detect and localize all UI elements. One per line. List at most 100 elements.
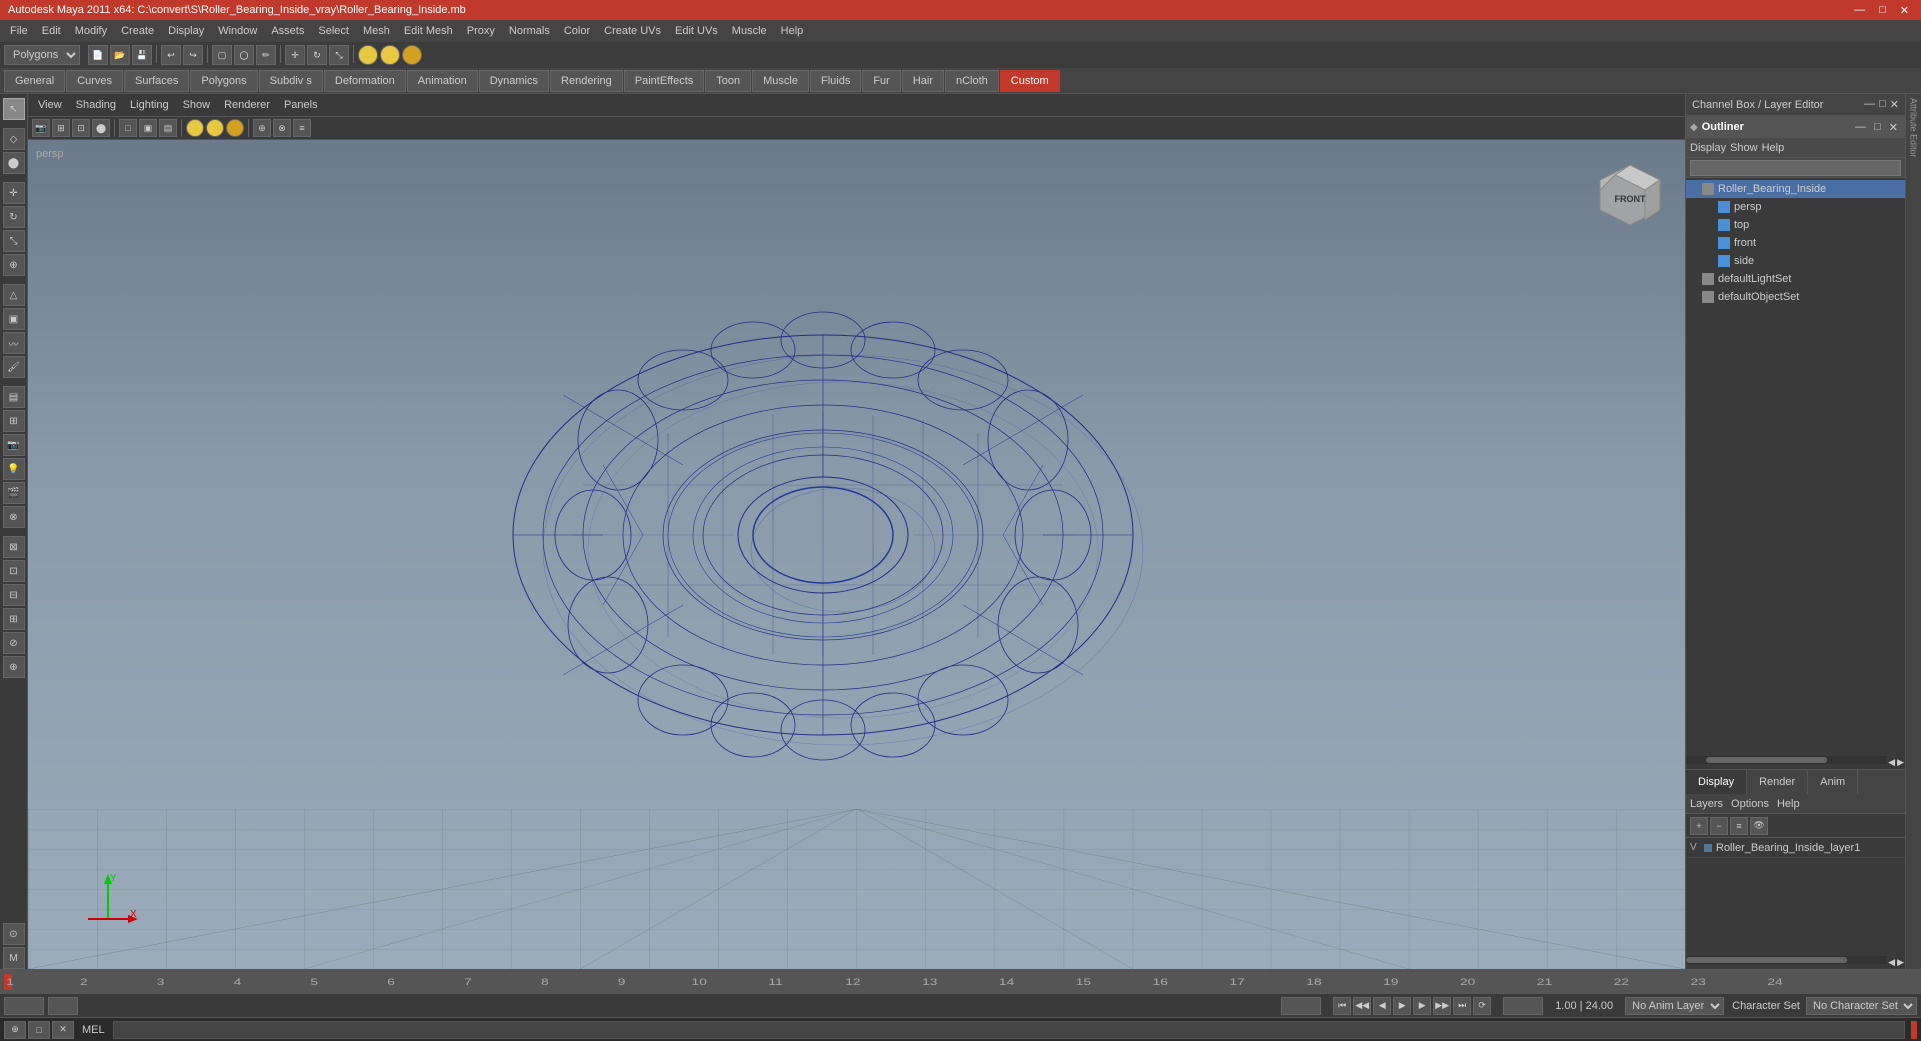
vp-cam-btn[interactable]: 📷: [32, 119, 50, 137]
vp-smooth-btn[interactable]: ⬤: [92, 119, 110, 137]
close-button[interactable]: ✕: [1896, 4, 1913, 17]
play-btn[interactable]: ▶: [1393, 997, 1411, 1015]
lasso-btn[interactable]: 〇: [234, 45, 254, 65]
outliner-search-input[interactable]: [1690, 160, 1901, 176]
menu-item-mesh[interactable]: Mesh: [357, 23, 396, 39]
vp-panels-menu[interactable]: Panels: [278, 97, 324, 113]
vp-grid-btn[interactable]: ⊞: [52, 119, 70, 137]
options-subtab[interactable]: Options: [1731, 798, 1769, 810]
prev-key-btn[interactable]: ◀◀: [1353, 997, 1371, 1015]
viewport-canvas[interactable]: FRONT: [28, 140, 1685, 969]
layers-subtab[interactable]: Layers: [1690, 798, 1723, 810]
channel-box-close[interactable]: ✕: [1890, 98, 1899, 111]
select-btn[interactable]: ▢: [212, 45, 232, 65]
menu-item-color[interactable]: Color: [558, 23, 596, 39]
mel-icon2[interactable]: □: [28, 1021, 50, 1039]
next-frame-btn[interactable]: ▶: [1413, 997, 1431, 1015]
light-btn[interactable]: 💡: [3, 458, 25, 480]
paint-select-btn[interactable]: ⬤: [3, 152, 25, 174]
tab-curves[interactable]: Curves: [66, 70, 123, 92]
misc3-btn[interactable]: ⊟: [3, 584, 25, 606]
outliner-help-menu[interactable]: Help: [1762, 142, 1785, 154]
vp-show-menu[interactable]: Show: [177, 97, 217, 113]
poly-tool-btn[interactable]: △: [3, 284, 25, 306]
scroll-left-btn[interactable]: ◀: [1888, 757, 1895, 768]
goto-end-btn[interactable]: ⏭: [1453, 997, 1471, 1015]
menu-item-select[interactable]: Select: [312, 23, 355, 39]
outliner-hscroll-thumb[interactable]: [1706, 757, 1827, 763]
outliner-restore[interactable]: □: [1871, 121, 1884, 134]
help-subtab[interactable]: Help: [1777, 798, 1800, 810]
vp-snap3-btn[interactable]: ≡: [293, 119, 311, 137]
menu-item-normals[interactable]: Normals: [503, 23, 556, 39]
tab-general[interactable]: General: [4, 70, 65, 92]
vp-wire-btn[interactable]: ⊡: [72, 119, 90, 137]
character-set-dropdown[interactable]: No Character Set: [1806, 997, 1917, 1015]
menu-item-create-uvs[interactable]: Create UVs: [598, 23, 667, 39]
mel-icon3[interactable]: ✕: [52, 1021, 74, 1039]
tree-item-6[interactable]: defaultObjectSet: [1686, 288, 1905, 306]
display-tab[interactable]: Display: [1686, 770, 1747, 794]
tab-dynamics[interactable]: Dynamics: [479, 70, 549, 92]
vp-light2-btn[interactable]: [206, 119, 224, 137]
minimize-button[interactable]: —: [1850, 4, 1869, 17]
deform-btn[interactable]: ⊗: [3, 506, 25, 528]
vp-view-menu[interactable]: View: [32, 97, 68, 113]
layer-attr-btn[interactable]: ≡: [1730, 817, 1748, 835]
tab-fur[interactable]: Fur: [862, 70, 901, 92]
maximize-button[interactable]: □: [1875, 4, 1890, 17]
undo-btn[interactable]: ↩: [161, 45, 181, 65]
tree-item-2[interactable]: top: [1686, 216, 1905, 234]
polygon-selector[interactable]: Polygons: [4, 45, 80, 65]
light1-btn[interactable]: [358, 45, 378, 65]
tab-fluids[interactable]: Fluids: [810, 70, 861, 92]
curve-btn[interactable]: 〰: [3, 332, 25, 354]
move-tool-btn[interactable]: ✛: [3, 182, 25, 204]
light3-btn[interactable]: [402, 45, 422, 65]
vp-light1-btn[interactable]: [186, 119, 204, 137]
delete-layer-btn[interactable]: −: [1710, 817, 1728, 835]
vp-tex-btn[interactable]: ▤: [159, 119, 177, 137]
tab-polygons[interactable]: Polygons: [190, 70, 257, 92]
mel-icon1[interactable]: ⊕: [4, 1021, 26, 1039]
layer-scroll-left[interactable]: ◀: [1888, 957, 1895, 968]
tab-hair[interactable]: Hair: [902, 70, 944, 92]
rotate-tool-btn[interactable]: ↻: [3, 206, 25, 228]
open-btn[interactable]: 📂: [110, 45, 130, 65]
bottom-tool-btn[interactable]: ⊙: [3, 923, 25, 945]
menu-item-help[interactable]: Help: [775, 23, 810, 39]
transform-tool-btn[interactable]: ⊕: [3, 254, 25, 276]
outliner-hscroll[interactable]: [1686, 756, 1887, 764]
outliner-display-menu[interactable]: Display: [1690, 142, 1726, 154]
layer-btn[interactable]: ▤: [3, 386, 25, 408]
layer-hide-btn[interactable]: 👁: [1750, 817, 1768, 835]
layer-scroll-right[interactable]: ▶: [1897, 957, 1904, 968]
tree-item-5[interactable]: defaultLightSet: [1686, 270, 1905, 288]
new-layer-btn[interactable]: +: [1690, 817, 1708, 835]
tab-rendering[interactable]: Rendering: [550, 70, 623, 92]
redo-btn[interactable]: ↪: [183, 45, 203, 65]
paint-btn2[interactable]: 🖌: [3, 356, 25, 378]
mel-tool-btn[interactable]: M: [3, 947, 25, 969]
goto-start-btn[interactable]: ⏮: [1333, 997, 1351, 1015]
vp-snap2-btn[interactable]: ⊗: [273, 119, 291, 137]
vp-bb-btn[interactable]: □: [119, 119, 137, 137]
anim-end-input[interactable]: 48.00: [1503, 997, 1543, 1015]
misc5-btn[interactable]: ⊘: [3, 632, 25, 654]
misc1-btn[interactable]: ⊠: [3, 536, 25, 558]
scale-tool-btn[interactable]: ⤡: [3, 230, 25, 252]
outliner-close[interactable]: ✕: [1886, 121, 1901, 134]
lasso-tool-btn[interactable]: ◇: [3, 128, 25, 150]
frame-current-input[interactable]: 1: [48, 997, 78, 1015]
frame-start-input[interactable]: 1.00: [4, 997, 44, 1015]
channel-box-minimize[interactable]: —: [1864, 98, 1875, 111]
tab-toon[interactable]: Toon: [705, 70, 751, 92]
view-cube[interactable]: FRONT: [1595, 160, 1665, 230]
menu-item-edit-uvs[interactable]: Edit UVs: [669, 23, 724, 39]
tab-ncloth[interactable]: nCloth: [945, 70, 999, 92]
tab-deformation[interactable]: Deformation: [324, 70, 406, 92]
render-btn[interactable]: 🎬: [3, 482, 25, 504]
rotate-btn[interactable]: ↻: [307, 45, 327, 65]
menu-item-edit-mesh[interactable]: Edit Mesh: [398, 23, 459, 39]
move-btn[interactable]: ✛: [285, 45, 305, 65]
